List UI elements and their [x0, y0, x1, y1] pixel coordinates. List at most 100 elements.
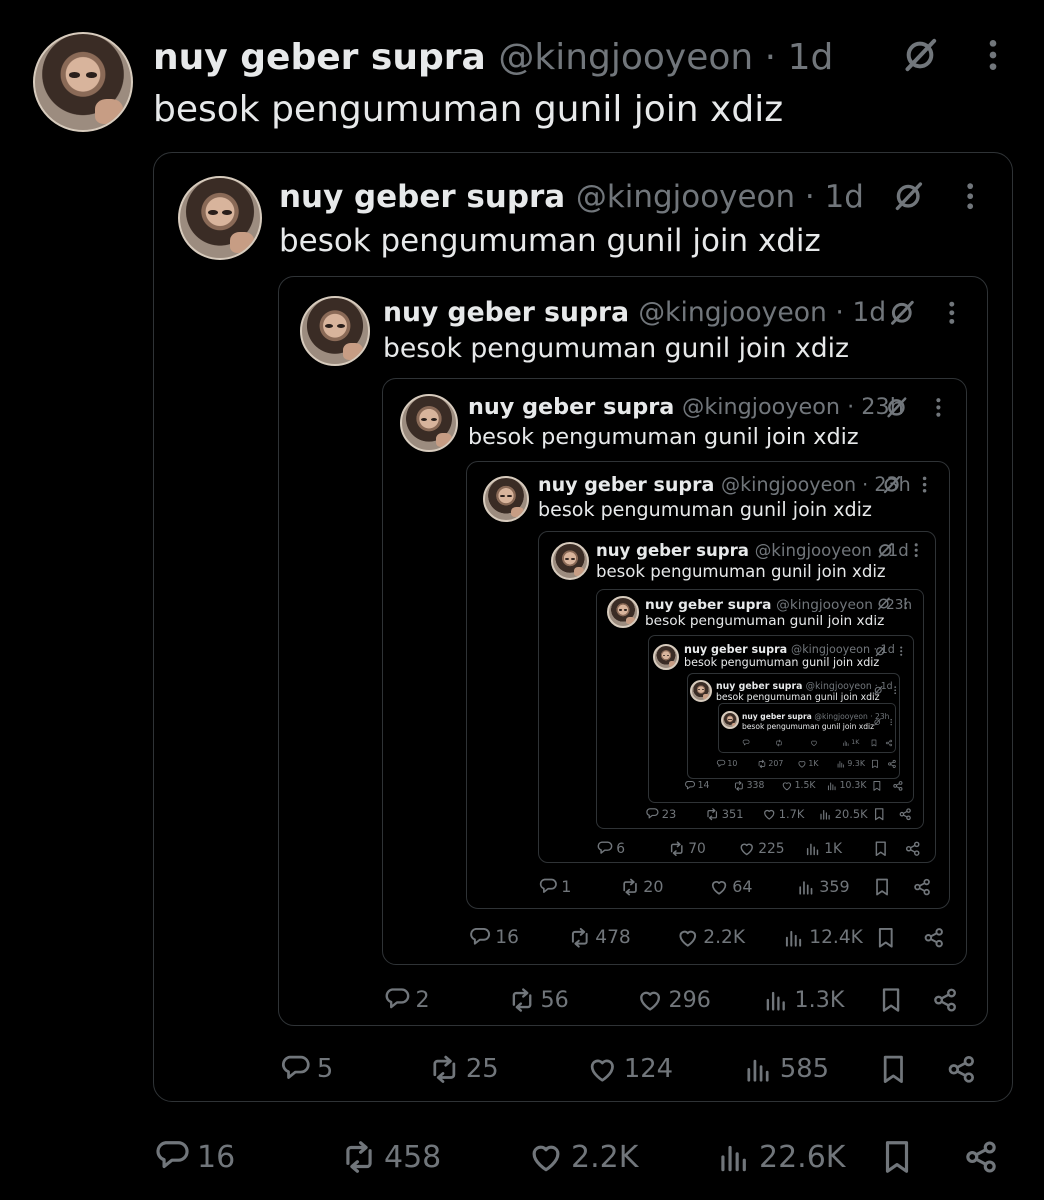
- share-button[interactable]: [887, 759, 897, 769]
- like-button[interactable]: 1K: [797, 759, 819, 769]
- views-button[interactable]: 1.3K: [762, 986, 844, 1014]
- like-button[interactable]: 124: [586, 1053, 673, 1086]
- share-button[interactable]: [904, 840, 921, 857]
- reply-button[interactable]: 16: [468, 926, 519, 950]
- share-button[interactable]: [931, 986, 959, 1014]
- like-button[interactable]: 296: [636, 986, 711, 1014]
- author-handle[interactable]: @kingjooyeon: [638, 297, 827, 328]
- author-handle[interactable]: @kingjooyeon: [814, 712, 867, 721]
- avatar[interactable]: [300, 296, 370, 366]
- reply-button[interactable]: 10: [716, 759, 737, 769]
- avatar[interactable]: [483, 476, 529, 522]
- avatar[interactable]: [178, 176, 262, 260]
- repost-button[interactable]: [775, 739, 784, 747]
- more-options-button[interactable]: [926, 395, 951, 424]
- author-name[interactable]: nuy geber supra: [684, 643, 787, 656]
- bookmark-button[interactable]: [878, 1138, 916, 1176]
- bookmark-button[interactable]: [871, 780, 883, 792]
- author-name[interactable]: nuy geber supra: [279, 179, 565, 215]
- more-options-button[interactable]: [953, 179, 987, 217]
- reply-button[interactable]: 5: [279, 1053, 333, 1086]
- avatar[interactable]: [607, 596, 639, 628]
- grok-button[interactable]: [881, 474, 902, 499]
- repost-button[interactable]: 478: [568, 926, 631, 950]
- grok-button[interactable]: [873, 712, 881, 731]
- repost-button[interactable]: 25: [428, 1053, 499, 1086]
- reply-button[interactable]: [742, 739, 751, 747]
- views-button[interactable]: 22.6K: [715, 1138, 845, 1176]
- views-button[interactable]: 1K: [804, 840, 842, 857]
- reply-button[interactable]: 16: [153, 1138, 235, 1176]
- author-name[interactable]: nuy geber supra: [538, 474, 714, 496]
- views-button[interactable]: 1K: [842, 739, 859, 747]
- bookmark-button[interactable]: [870, 759, 880, 769]
- repost-button[interactable]: 70: [668, 840, 706, 857]
- share-button[interactable]: [912, 877, 932, 897]
- author-handle[interactable]: @kingjooyeon: [682, 394, 840, 420]
- author-handle[interactable]: @kingjooyeon: [755, 541, 872, 560]
- repost-button[interactable]: 351: [705, 807, 743, 821]
- grok-button[interactable]: [873, 681, 883, 700]
- author-handle[interactable]: @kingjooyeon: [776, 597, 873, 613]
- share-button[interactable]: [898, 807, 912, 821]
- grok-button[interactable]: [874, 643, 886, 662]
- like-button[interactable]: 1.7K: [762, 807, 804, 821]
- grok-button[interactable]: [876, 596, 891, 615]
- author-handle[interactable]: @kingjooyeon: [721, 474, 856, 496]
- reply-button[interactable]: 1: [538, 877, 571, 897]
- more-options-button[interactable]: [887, 712, 895, 731]
- bookmark-button[interactable]: [872, 840, 889, 857]
- grok-button[interactable]: [884, 395, 909, 424]
- like-button[interactable]: 64: [709, 877, 753, 897]
- bookmark-button[interactable]: [877, 1053, 910, 1086]
- author-name[interactable]: nuy geber supra: [742, 712, 812, 721]
- bookmark-button[interactable]: [872, 877, 892, 897]
- avatar[interactable]: [690, 680, 712, 702]
- avatar[interactable]: [721, 711, 739, 729]
- more-options-button[interactable]: [914, 474, 935, 499]
- author-handle[interactable]: @kingjooyeon: [498, 37, 753, 78]
- views-button[interactable]: 10.3K: [826, 780, 866, 792]
- more-options-button[interactable]: [895, 643, 907, 662]
- views-button[interactable]: 359: [796, 877, 850, 897]
- like-button[interactable]: 225: [738, 840, 785, 857]
- like-button[interactable]: 2.2K: [527, 1138, 638, 1176]
- bookmark-button[interactable]: [877, 986, 905, 1014]
- more-options-button[interactable]: [890, 681, 900, 700]
- author-name[interactable]: nuy geber supra: [468, 394, 674, 420]
- repost-button[interactable]: 458: [340, 1138, 441, 1176]
- share-button[interactable]: [962, 1138, 1000, 1176]
- share-button[interactable]: [885, 739, 893, 747]
- grok-button[interactable]: [891, 179, 925, 217]
- timestamp[interactable]: 1d: [788, 37, 834, 78]
- repost-button[interactable]: 20: [620, 877, 664, 897]
- repost-button[interactable]: 56: [508, 986, 569, 1014]
- share-button[interactable]: [892, 780, 904, 792]
- author-handle[interactable]: @kingjooyeon: [806, 681, 872, 692]
- more-options-button[interactable]: [907, 541, 925, 563]
- avatar[interactable]: [653, 644, 679, 670]
- author-handle[interactable]: @kingjooyeon: [791, 643, 870, 656]
- author-name[interactable]: nuy geber supra: [153, 37, 486, 78]
- avatar[interactable]: [400, 394, 458, 452]
- avatar[interactable]: [33, 32, 133, 132]
- reply-button[interactable]: 23: [645, 807, 676, 821]
- reply-button[interactable]: 2: [383, 986, 430, 1014]
- share-button[interactable]: [945, 1053, 978, 1086]
- views-button[interactable]: 20.5K: [818, 807, 868, 821]
- reply-button[interactable]: 6: [596, 840, 625, 857]
- views-button[interactable]: 585: [742, 1053, 829, 1086]
- timestamp[interactable]: 1d: [852, 297, 886, 328]
- author-name[interactable]: nuy geber supra: [645, 597, 771, 613]
- like-button[interactable]: 2.2K: [676, 926, 745, 950]
- like-button[interactable]: [810, 739, 819, 747]
- views-button[interactable]: 9.3K: [836, 759, 865, 769]
- grok-button[interactable]: [900, 35, 940, 79]
- repost-button[interactable]: 207: [757, 759, 783, 769]
- more-options-button[interactable]: [973, 35, 1013, 79]
- share-button[interactable]: [922, 926, 946, 950]
- timestamp[interactable]: 1d: [825, 179, 864, 215]
- bookmark-button[interactable]: [870, 739, 878, 747]
- more-options-button[interactable]: [937, 298, 967, 332]
- reply-button[interactable]: 14: [684, 780, 709, 792]
